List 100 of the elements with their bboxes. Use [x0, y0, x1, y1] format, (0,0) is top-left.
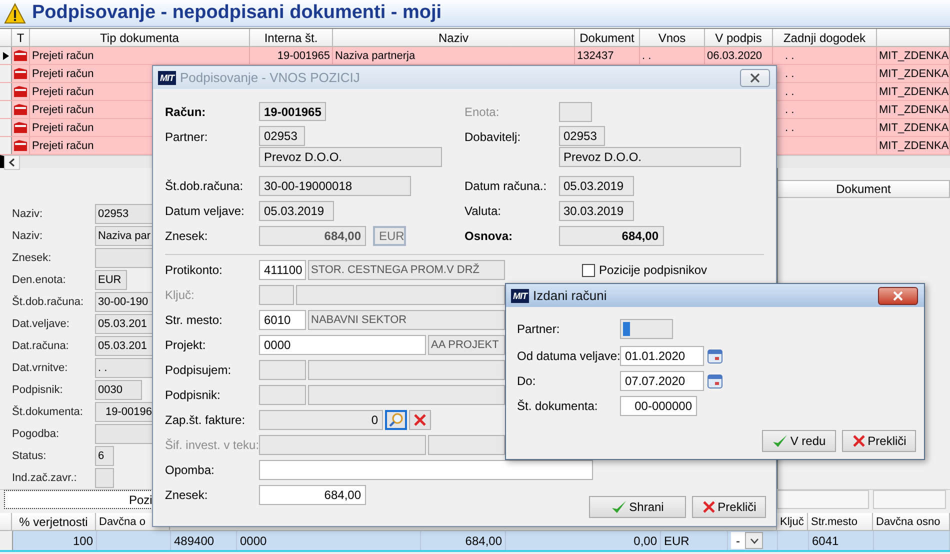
code-field[interactable]: [259, 385, 306, 405]
text-field[interactable]: 02953: [558, 126, 604, 146]
search-icon: [388, 412, 404, 428]
field-label: Ključ:: [165, 288, 196, 302]
field-label: Znesek:: [11, 252, 52, 264]
text-field[interactable]: 0030: [95, 380, 142, 400]
table-row[interactable]: 100 489400 0000 684,00 0,00 EUR - 6041: [0, 531, 950, 552]
date-field[interactable]: 01.01.2020: [620, 346, 704, 366]
text-field[interactable]: [428, 435, 505, 455]
text-field[interactable]: [95, 468, 114, 488]
text-field[interactable]: 6: [95, 446, 114, 466]
text-field[interactable]: [95, 424, 155, 444]
table-cell: MIT_ZDENKA: [879, 86, 949, 98]
text-field[interactable]: [308, 360, 505, 380]
text-field[interactable]: 30.03.2019: [558, 201, 634, 221]
field-label: Dat.veljave:: [11, 318, 70, 330]
text-field[interactable]: [259, 460, 593, 480]
logo: MIT: [158, 70, 176, 84]
table-cell: MIT_ZDENKA: [879, 140, 949, 152]
text-field[interactable]: Prevoz D.O.O.: [558, 147, 740, 167]
clear-button[interactable]: [409, 410, 431, 430]
table-cell: Prejeti račun: [32, 50, 94, 62]
table-cell: . .: [785, 122, 794, 134]
logo: MIT: [511, 288, 529, 302]
field-label: Št.dob.računa:: [11, 296, 85, 308]
code-field[interactable]: [259, 360, 306, 380]
folder-icon: [13, 49, 28, 62]
close-icon: [892, 290, 904, 300]
field-label: Naziv:: [11, 230, 44, 242]
amount-field[interactable]: 684,00: [259, 485, 366, 505]
table-cell: 6041: [812, 534, 839, 548]
table-cell: MIT_ZDENKA: [879, 104, 949, 116]
caret-icon: [750, 538, 758, 544]
text-field[interactable]: 05.03.201: [95, 336, 155, 356]
number-field[interactable]: 0: [259, 410, 383, 430]
table-cell: MIT_ZDENKA: [879, 68, 949, 80]
text-field[interactable]: EUR: [95, 270, 127, 290]
field-label: Projekt:: [165, 338, 207, 352]
search-button[interactable]: [385, 410, 407, 430]
field-label: Podpisnik:: [165, 388, 222, 402]
ok-button[interactable]: Shrani: [589, 496, 686, 518]
amount-field[interactable]: 684,00: [558, 226, 664, 246]
text-field[interactable]: 30-00-190: [95, 292, 155, 312]
date-field[interactable]: 07.07.2020: [620, 371, 704, 391]
text-field[interactable]: . .: [95, 358, 155, 378]
currency-field[interactable]: EUR: [373, 226, 406, 246]
text-field[interactable]: NABAVNI SEKTOR: [308, 310, 505, 330]
ok-button[interactable]: V redu: [762, 430, 836, 452]
text-field[interactable]: 30-00-19000018: [259, 176, 411, 196]
blank-tab[interactable]: [777, 490, 869, 509]
table-cell: 19-001965: [277, 50, 330, 62]
field-label: Osnova:: [464, 229, 514, 243]
table-cell: MIT_ZDENKA: [879, 122, 949, 134]
table-row[interactable]: Prejeti račun 19-001965 Naziva partnerja 132437 . . 06.03.2020 . . MIT_ZDENKA: [0, 47, 950, 65]
amount-field[interactable]: 684,00: [259, 226, 366, 246]
dialog-title: Izdani računi: [533, 288, 607, 303]
text-field[interactable]: [296, 285, 505, 305]
text-field[interactable]: 19-00196: [95, 402, 155, 422]
field-label: Str. mesto:: [165, 313, 224, 327]
field-label: Ind.zač.zavr.:: [11, 472, 78, 484]
text-field[interactable]: Prevoz D.O.O.: [259, 147, 442, 167]
text-field[interactable]: STOR. CESTNEGA PROM.V DRŽ: [308, 260, 505, 280]
text-field[interactable]: 02953: [95, 204, 155, 224]
scroll-left-icon[interactable]: [4, 154, 20, 170]
text-field[interactable]: 05.03.201: [95, 314, 155, 334]
text-field[interactable]: [558, 102, 592, 122]
text-field[interactable]: 19-001965: [259, 102, 326, 121]
cancel-button[interactable]: Prekliči: [842, 430, 916, 452]
field-label: Den.enota:: [11, 274, 67, 286]
field-label: Dobavitelj:: [464, 130, 522, 144]
text-field[interactable]: [620, 319, 673, 339]
field-label: Partner:: [165, 130, 209, 144]
text-field[interactable]: 00-000000: [620, 396, 697, 416]
field-label: Datum veljave:: [165, 204, 246, 218]
text-field[interactable]: 02953: [259, 126, 305, 146]
table-cell: . .: [785, 104, 794, 116]
text-field[interactable]: [95, 248, 155, 268]
checkbox[interactable]: [582, 264, 595, 276]
text-field[interactable]: AA PROJEKT: [428, 335, 505, 355]
field-label: Od datuma veljave:: [517, 349, 620, 363]
calendar-icon[interactable]: [707, 348, 723, 364]
table-cell: 100: [72, 534, 93, 548]
column-header[interactable]: Dokument: [778, 180, 950, 198]
field-label: Protikonto:: [165, 263, 224, 277]
code-field[interactable]: 6010: [259, 310, 306, 330]
code-field[interactable]: 0000: [259, 335, 426, 355]
close-icon: [749, 72, 761, 82]
folder-icon: [13, 139, 28, 152]
text-field[interactable]: Naziva par: [95, 226, 155, 246]
blank-tab[interactable]: [873, 490, 946, 509]
cancel-button[interactable]: Prekliči: [692, 496, 766, 518]
close-button[interactable]: [878, 286, 918, 304]
text-field[interactable]: 05.03.2019: [259, 201, 334, 221]
text-field[interactable]: [308, 385, 505, 405]
code-field[interactable]: 411100: [259, 260, 306, 280]
text-field[interactable]: 05.03.2019: [558, 176, 634, 196]
calendar-icon[interactable]: [707, 373, 723, 389]
row-header[interactable]: [0, 47, 12, 64]
table-cell: MIT_ZDENKA: [879, 50, 949, 62]
folder-icon: [13, 103, 28, 116]
